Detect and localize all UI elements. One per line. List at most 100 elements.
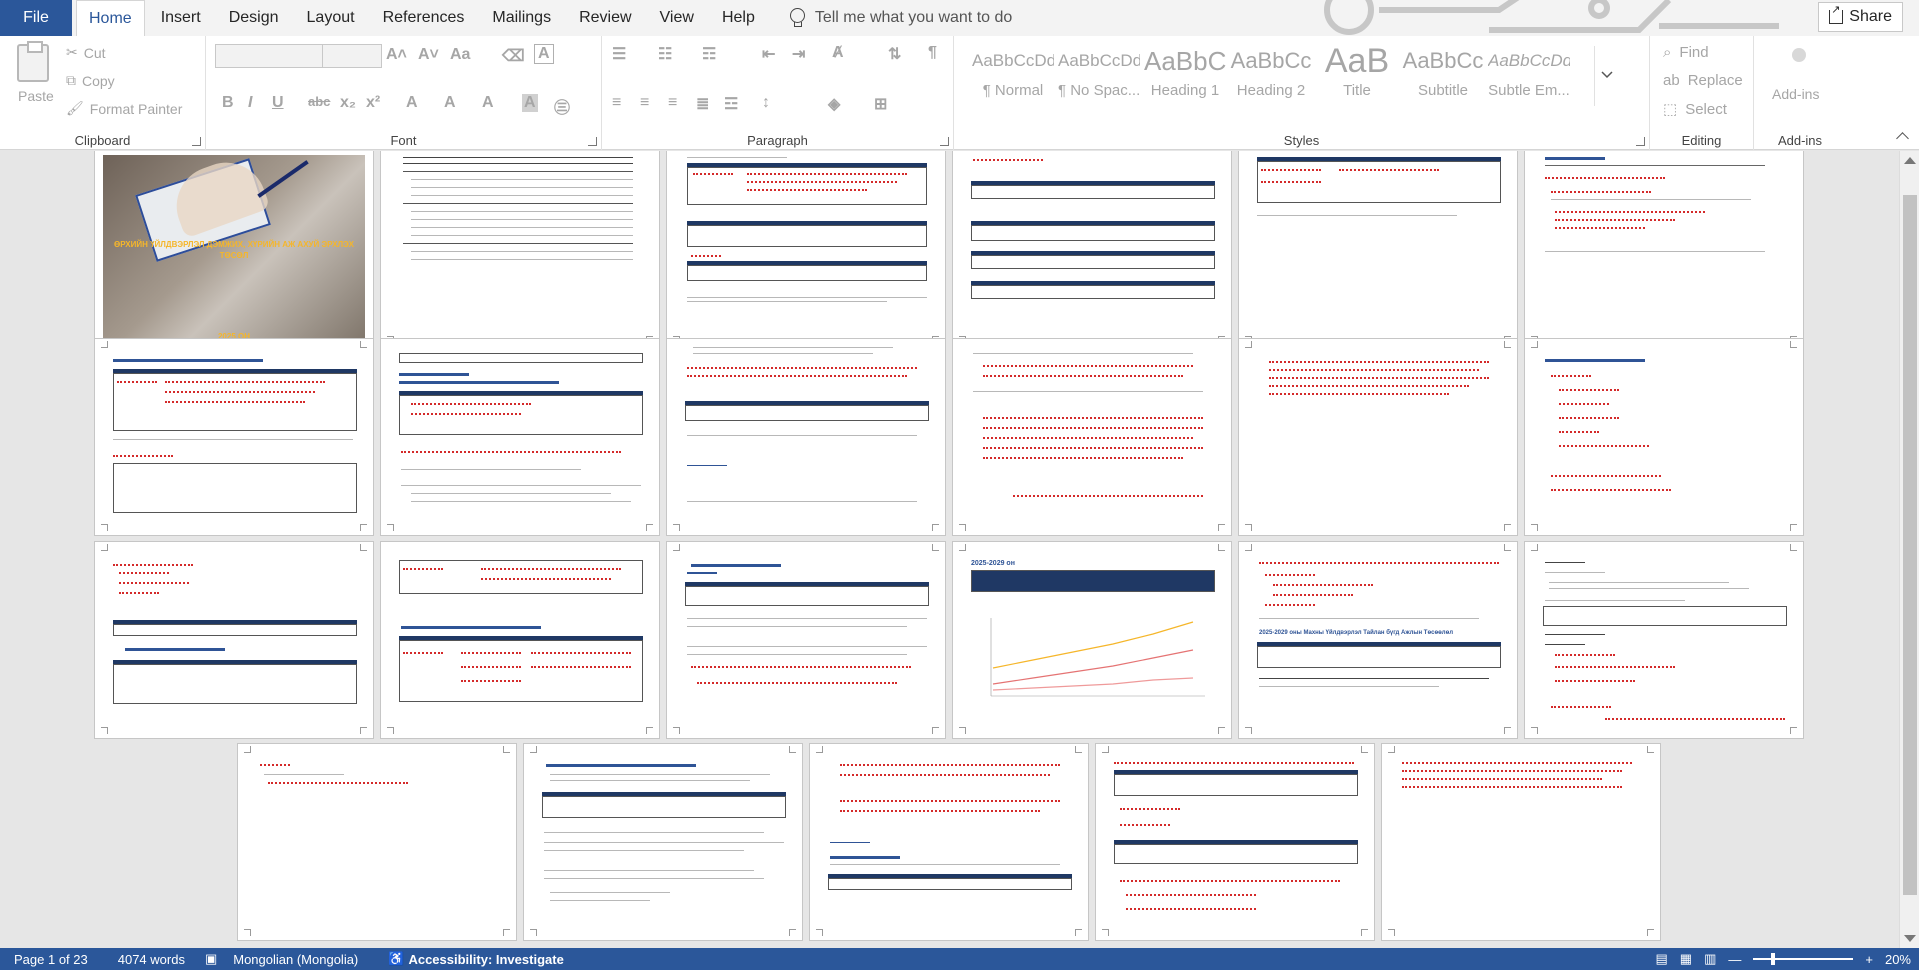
page-22[interactable] bbox=[1096, 744, 1374, 940]
style-heading-1[interactable]: AaBbC( Heading 1 bbox=[1144, 46, 1226, 106]
justify-icon[interactable]: ≣ bbox=[696, 94, 709, 114]
document-canvas[interactable]: ӨРХИЙН ҮЙЛДВЭРЛЭЛ ДЭМЖИХ, ХҮРИЙН АЖ АХУЙ… bbox=[0, 151, 1899, 948]
word-count[interactable]: 4074 words bbox=[118, 952, 185, 967]
web-layout-icon[interactable]: ▥ bbox=[1704, 951, 1716, 967]
style-heading-2[interactable]: AaBbCc Heading 2 bbox=[1230, 46, 1312, 106]
share-button[interactable]: Share bbox=[1818, 2, 1903, 32]
font-color-icon[interactable]: A bbox=[482, 94, 494, 112]
page-7[interactable] bbox=[95, 339, 373, 535]
tab-design[interactable]: Design bbox=[217, 0, 291, 36]
character-shading-icon[interactable]: A bbox=[522, 94, 538, 112]
italic-icon[interactable]: I bbox=[248, 94, 252, 112]
grow-font-icon[interactable]: A˄ bbox=[386, 46, 407, 64]
change-case-icon[interactable]: Aa bbox=[450, 46, 470, 64]
scrollbar-thumb[interactable] bbox=[1903, 195, 1917, 895]
format-painter-button[interactable]: 🖌 Format Painter bbox=[66, 100, 182, 117]
tab-layout[interactable]: Layout bbox=[295, 0, 367, 36]
underline-icon[interactable]: U bbox=[272, 94, 284, 112]
read-mode-icon[interactable]: ▤ bbox=[1655, 951, 1667, 967]
increase-indent-icon[interactable]: ⇥ bbox=[792, 44, 805, 64]
language-indicator[interactable]: Mongolian (Mongolia) bbox=[233, 952, 358, 967]
zoom-level[interactable]: 20% bbox=[1885, 952, 1911, 967]
distributed-icon[interactable]: ☲ bbox=[724, 94, 738, 114]
text-effects-icon[interactable]: A bbox=[406, 94, 418, 112]
tab-help[interactable]: Help bbox=[710, 0, 767, 36]
font-launcher-icon[interactable] bbox=[588, 137, 597, 146]
multilevel-list-icon[interactable]: ☶ bbox=[702, 44, 716, 64]
page-16-chart[interactable]: 2025-2029 он bbox=[953, 542, 1231, 738]
tab-file[interactable]: File bbox=[0, 0, 72, 36]
style-subtitle[interactable]: AaBbCc Subtitle bbox=[1402, 46, 1484, 106]
paste-icon[interactable] bbox=[17, 41, 49, 82]
select-button[interactable]: ⬚ Select bbox=[1663, 100, 1727, 119]
zoom-slider[interactable] bbox=[1753, 953, 1854, 965]
page-9[interactable] bbox=[667, 339, 945, 535]
copy-button[interactable]: ⧉ Copy bbox=[66, 72, 115, 89]
style-normal[interactable]: AaBbCcDd ¶ Normal bbox=[972, 46, 1054, 106]
styles-launcher-icon[interactable] bbox=[1636, 137, 1645, 146]
styles-gallery-more-icon[interactable] bbox=[1594, 46, 1618, 106]
paragraph-launcher-icon[interactable] bbox=[940, 137, 949, 146]
clipboard-launcher-icon[interactable] bbox=[192, 137, 201, 146]
page-6[interactable] bbox=[1525, 151, 1803, 347]
replace-button[interactable]: ab Replace bbox=[1663, 72, 1743, 89]
page-8[interactable] bbox=[381, 339, 659, 535]
page-19[interactable] bbox=[238, 744, 516, 940]
addins-button[interactable]: Add-ins bbox=[1772, 86, 1819, 102]
line-spacing-icon[interactable]: ↕ bbox=[762, 94, 770, 112]
sort-icon[interactable]: ⇅ bbox=[888, 44, 901, 64]
scroll-up-icon[interactable] bbox=[1904, 157, 1916, 164]
numbering-icon[interactable]: ☷ bbox=[658, 44, 672, 64]
cut-button[interactable]: ✂ Cut bbox=[66, 44, 106, 61]
tell-me-search[interactable]: Tell me what you want to do bbox=[789, 0, 1012, 36]
align-right-icon[interactable]: ≡ bbox=[668, 94, 677, 112]
align-center-icon[interactable]: ≡ bbox=[640, 94, 649, 112]
style-no-spacing[interactable]: AaBbCcDd ¶ No Spac... bbox=[1058, 46, 1140, 106]
page-21[interactable] bbox=[810, 744, 1088, 940]
decrease-indent-icon[interactable]: ⇤ bbox=[762, 44, 775, 64]
page-10[interactable] bbox=[953, 339, 1231, 535]
page-5[interactable] bbox=[1239, 151, 1517, 347]
accessibility-status[interactable]: Accessibility: Investigate bbox=[408, 952, 563, 967]
page-14[interactable] bbox=[381, 542, 659, 738]
page-23[interactable] bbox=[1382, 744, 1660, 940]
page-3[interactable] bbox=[667, 151, 945, 347]
bullets-icon[interactable]: ☰ bbox=[612, 44, 626, 64]
page-17[interactable]: 2025-2029 оны Махны Үйлдвэрлэл Тайлан бү… bbox=[1239, 542, 1517, 738]
borders-icon[interactable]: ⊞ bbox=[874, 94, 887, 114]
style-title[interactable]: AaB Title bbox=[1316, 46, 1398, 106]
align-left-icon[interactable]: ≡ bbox=[612, 94, 621, 112]
clear-formatting-icon[interactable]: ⌫ bbox=[502, 46, 525, 66]
page-4[interactable] bbox=[953, 151, 1231, 347]
page-11[interactable] bbox=[1239, 339, 1517, 535]
tab-view[interactable]: View bbox=[648, 0, 706, 36]
print-layout-icon[interactable]: ▦ bbox=[1680, 951, 1692, 967]
style-subtle-emphasis[interactable]: AaBbCcDd Subtle Em... bbox=[1488, 46, 1570, 106]
font-size-dropdown[interactable] bbox=[322, 44, 382, 68]
zoom-out-icon[interactable]: — bbox=[1728, 952, 1741, 967]
shrink-font-icon[interactable]: A˅ bbox=[418, 46, 439, 64]
page-12[interactable] bbox=[1525, 339, 1803, 535]
superscript-icon[interactable]: x² bbox=[366, 94, 380, 112]
bold-icon[interactable]: B bbox=[222, 94, 234, 112]
proofing-icon[interactable]: ▣ bbox=[205, 951, 217, 967]
page-18[interactable] bbox=[1525, 542, 1803, 738]
shading-icon[interactable]: ◈ bbox=[828, 94, 840, 114]
strikethrough-icon[interactable]: abc bbox=[308, 94, 330, 109]
highlight-color-icon[interactable]: A bbox=[444, 94, 456, 112]
page-20[interactable] bbox=[524, 744, 802, 940]
tab-references[interactable]: References bbox=[371, 0, 477, 36]
font-name-dropdown[interactable] bbox=[215, 44, 323, 68]
paste-button[interactable]: Paste bbox=[18, 88, 54, 104]
zoom-in-icon[interactable]: + bbox=[1865, 952, 1873, 967]
text-effects-box-icon[interactable]: A bbox=[534, 44, 554, 64]
show-formatting-icon[interactable]: ¶ bbox=[928, 44, 937, 62]
scroll-down-icon[interactable] bbox=[1904, 935, 1916, 942]
zoom-slider-thumb[interactable] bbox=[1771, 953, 1776, 965]
page-13[interactable] bbox=[95, 542, 373, 738]
asian-layout-icon[interactable]: Ⱥ bbox=[832, 44, 844, 62]
page-15[interactable] bbox=[667, 542, 945, 738]
tab-review[interactable]: Review bbox=[567, 0, 643, 36]
tab-home[interactable]: Home bbox=[76, 0, 145, 36]
page-2-toc[interactable] bbox=[381, 151, 659, 347]
